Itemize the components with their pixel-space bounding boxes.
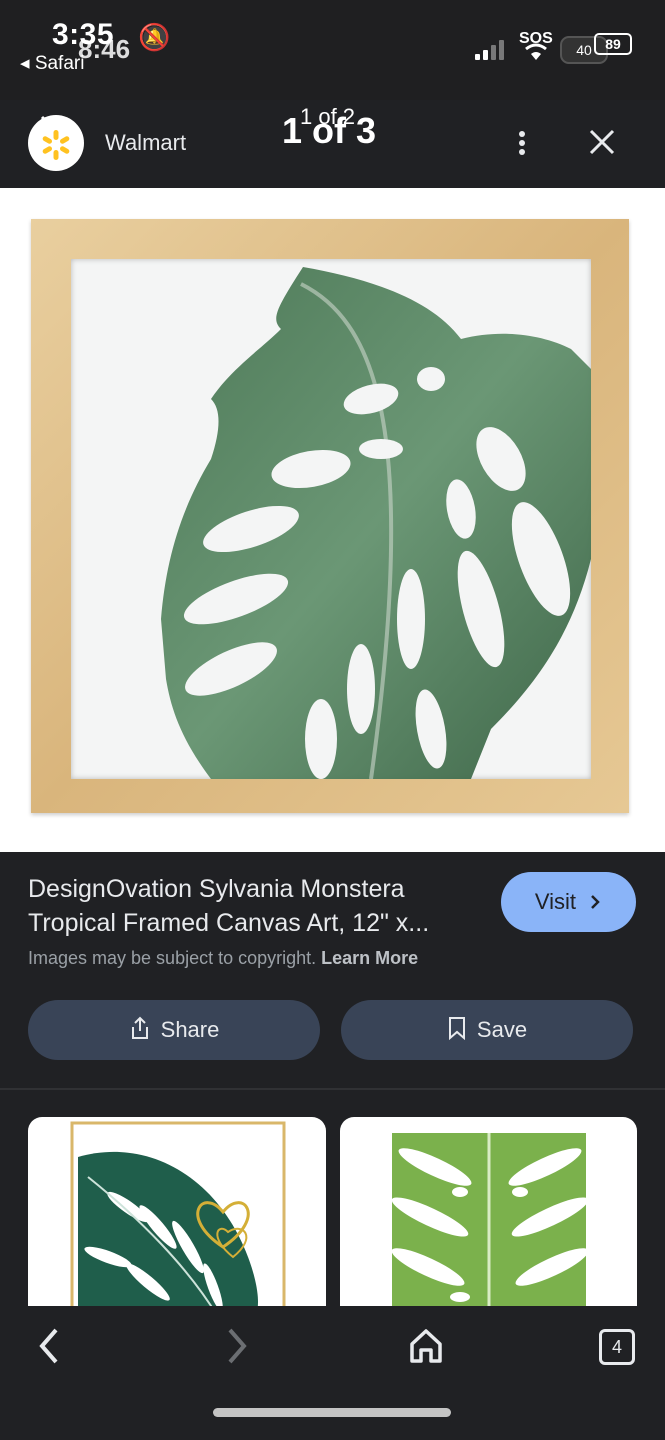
cellular-signal-icon xyxy=(475,38,515,60)
status-time-overlay: 8:46 xyxy=(78,34,131,64)
site-logo xyxy=(28,115,84,171)
monstera-gold-heart-art xyxy=(70,1121,286,1317)
copyright-text: Images may be subject to copyright. xyxy=(28,948,317,968)
learn-more-link[interactable]: Learn More xyxy=(321,948,418,968)
site-name[interactable]: Walmart xyxy=(105,130,186,156)
share-icon xyxy=(129,1016,161,1042)
result-title-line-1: DesignOvation Sylvania Monstera xyxy=(28,875,405,903)
status-bar: 3:35 8:46 🔕 ◂ Safari SOS 40 89 xyxy=(0,0,665,100)
section-divider xyxy=(0,1088,665,1090)
wooden-frame xyxy=(31,219,629,813)
bookmark-icon xyxy=(447,1017,477,1042)
related-image-thumbnail[interactable] xyxy=(340,1117,637,1317)
share-label: Share xyxy=(160,1017,220,1042)
save-button[interactable]: Save xyxy=(341,1000,633,1060)
share-button[interactable]: Share xyxy=(28,1000,320,1060)
home-icon[interactable] xyxy=(404,1324,448,1368)
forward-arrow-icon[interactable] xyxy=(214,1324,258,1368)
monstera-canvas xyxy=(71,259,591,779)
browser-toolbar: 4 xyxy=(0,1306,665,1440)
back-to-safari-link[interactable]: ◂ Safari xyxy=(20,52,84,75)
tabs-icon[interactable]: 4 xyxy=(599,1329,635,1365)
more-vert-icon[interactable] xyxy=(510,128,534,162)
related-image-thumbnail[interactable] xyxy=(28,1117,326,1317)
result-title-line-2: Tropical Framed Canvas Art, 12" x... xyxy=(28,909,430,937)
chevron-right-icon xyxy=(582,889,602,914)
visit-button-label: Visit xyxy=(534,889,577,914)
result-info-panel: DesignOvation Sylvania Monstera Tropical… xyxy=(0,852,665,1088)
home-indicator[interactable] xyxy=(213,1408,451,1417)
tab-count: 4 xyxy=(611,1337,622,1357)
green-monstera-art xyxy=(391,1133,589,1317)
back-arrow-icon[interactable] xyxy=(30,1324,74,1368)
copyright-notice: Images may be subject to copyright. Lear… xyxy=(28,948,418,969)
close-icon[interactable] xyxy=(586,126,618,158)
monstera-leaf-illustration xyxy=(161,267,591,779)
image-counter: 1 of 3 xyxy=(282,110,377,151)
wifi-icon xyxy=(522,42,550,68)
walmart-spark-icon xyxy=(40,115,70,160)
viewer-header: Walmart 1 of 2 1 of 3 xyxy=(0,100,665,189)
save-label: Save xyxy=(476,1017,528,1042)
result-title[interactable]: DesignOvation Sylvania Monstera Tropical… xyxy=(28,872,488,940)
main-image[interactable] xyxy=(0,188,665,852)
battery-indicator: 89 xyxy=(594,33,632,55)
visit-button[interactable]: Visit xyxy=(501,872,636,932)
silent-bell-icon: 🔕 xyxy=(138,22,171,52)
